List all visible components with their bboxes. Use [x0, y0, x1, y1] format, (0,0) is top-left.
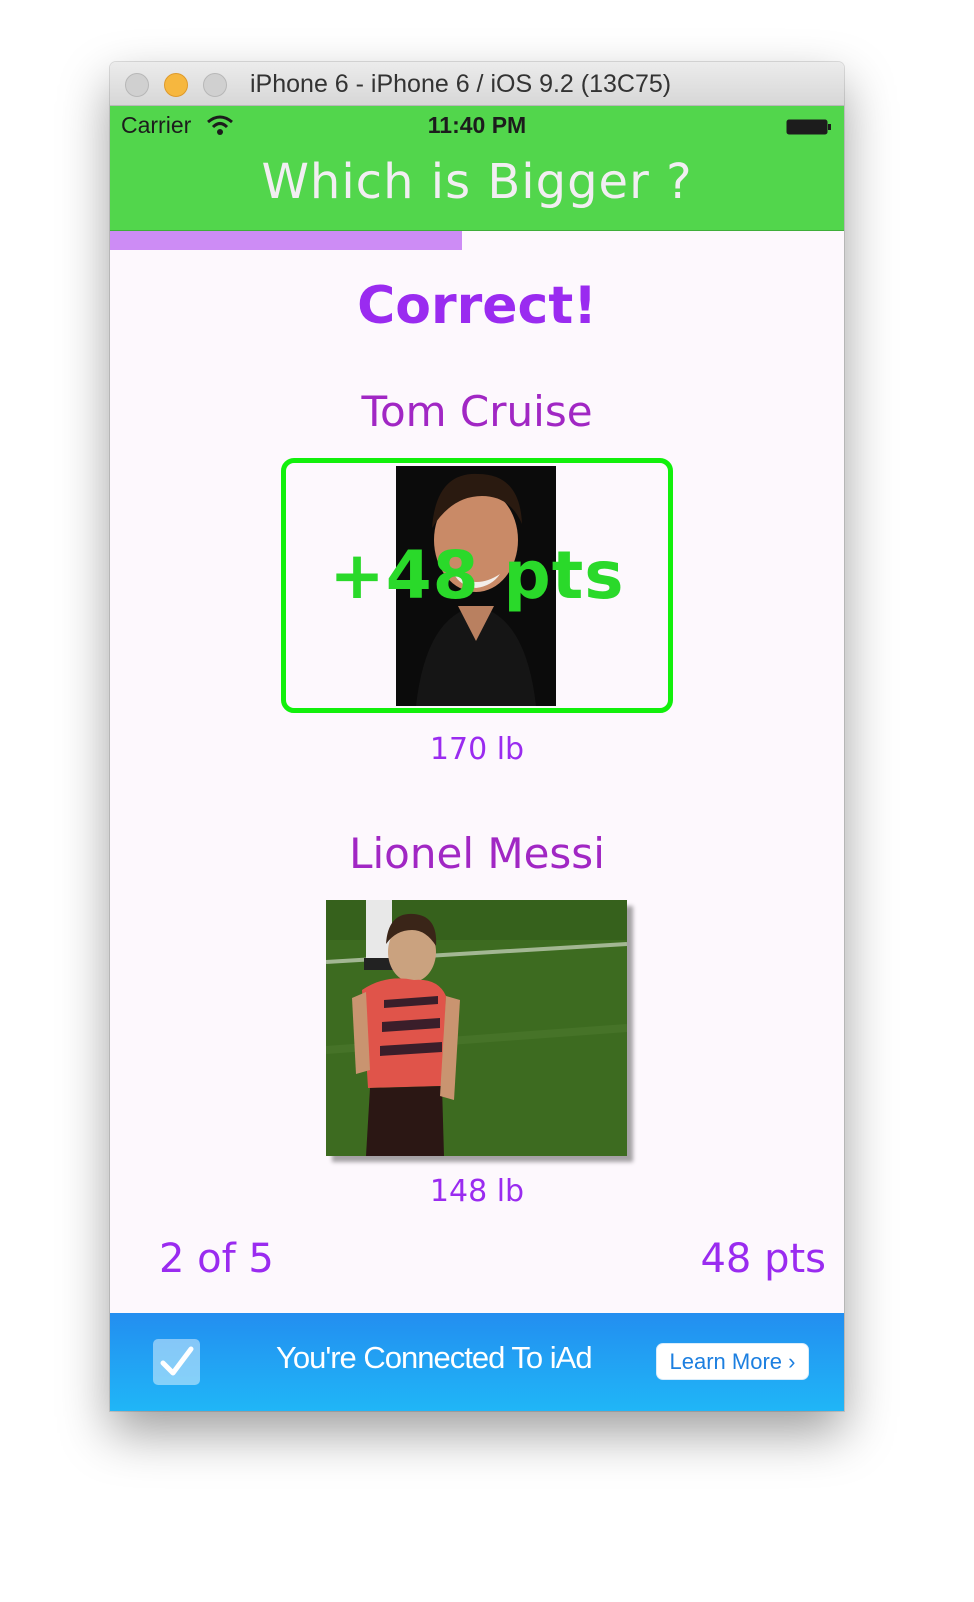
- result-label: Correct!: [357, 276, 597, 336]
- first-celebrity-name: Tom Cruise: [361, 387, 593, 436]
- second-celebrity-name: Lionel Messi: [349, 829, 605, 878]
- simulator-window: iPhone 6 - iPhone 6 / iOS 9.2 (13C75) Ca…: [110, 62, 844, 1411]
- ad-message: You're Connected To iAd: [276, 1340, 593, 1375]
- window-titlebar: iPhone 6 - iPhone 6 / iOS 9.2 (13C75): [110, 62, 844, 106]
- first-celebrity-weight: 170 lb: [429, 732, 525, 767]
- close-window-button[interactable]: [125, 73, 149, 97]
- learn-more-label: Learn More: [669, 1349, 783, 1374]
- iad-banner[interactable]: You're Connected To iAd Learn More ›: [110, 1313, 844, 1411]
- question-counter: 2 of 5: [159, 1236, 274, 1282]
- points-awarded-label: +48 pts: [329, 537, 625, 614]
- learn-more-button[interactable]: Learn More ›: [656, 1343, 809, 1380]
- second-celebrity-photo: [326, 900, 627, 1156]
- navigation-bar: Which is Bigger ?: [110, 146, 844, 231]
- progress-bar: [110, 231, 844, 250]
- page-title: Which is Bigger ?: [261, 154, 693, 210]
- window-title: iPhone 6 - iPhone 6 / iOS 9.2 (13C75): [250, 70, 672, 98]
- progress-bar-fill: [110, 231, 463, 250]
- battery-icon: [786, 119, 831, 135]
- second-celebrity-weight: 148 lb: [429, 1174, 525, 1209]
- ios-status-bar: Carrier 11:40 PM: [110, 106, 844, 146]
- checkmark-icon: [153, 1339, 200, 1385]
- zoom-window-button[interactable]: [203, 73, 227, 97]
- score-label: 48 pts: [700, 1236, 826, 1282]
- minimize-window-button[interactable]: [164, 73, 188, 97]
- chevron-right-icon: ›: [788, 1349, 796, 1374]
- second-choice-button[interactable]: [326, 900, 627, 1156]
- status-time: 11:40 PM: [427, 112, 527, 138]
